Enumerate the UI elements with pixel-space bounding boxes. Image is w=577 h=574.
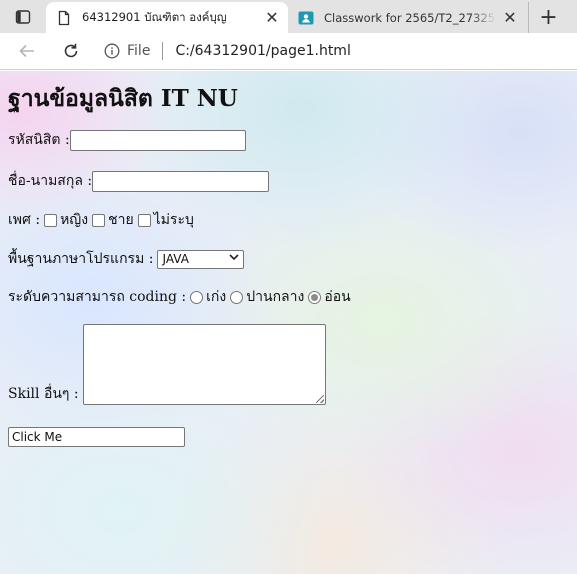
gender-unspecified-checkbox[interactable] (137, 213, 151, 227)
student-id-input[interactable] (69, 129, 246, 151)
coding-level-medium-radio[interactable] (230, 290, 244, 304)
gender-female-label: หญิง (60, 212, 89, 228)
close-tab-icon[interactable]: ✕ (264, 9, 280, 26)
address-divider (162, 42, 164, 60)
close-tab-icon[interactable]: ✕ (502, 9, 518, 26)
gender-row: เพศ : หญิง ชาย ไม่ระบุ (8, 209, 194, 231)
gender-female-checkbox[interactable] (44, 213, 58, 227)
coding-level-weak-radio[interactable] (308, 290, 322, 304)
browser-toolbar: File C:/64312901/page1.html (0, 33, 577, 70)
programming-select[interactable]: JAVA (157, 249, 245, 269)
programming-selected-value: JAVA (162, 252, 189, 266)
tab-classwork[interactable]: Classwork for 2565/T2_273253_In ✕ (288, 2, 526, 33)
url-text[interactable]: C:/64312901/page1.html (175, 43, 350, 59)
other-skill-row: Skill อื่นๆ : (8, 324, 326, 405)
coding-level-weak-label: อ่อน (324, 289, 351, 305)
student-id-label: รหัสนิสิต : (8, 132, 70, 148)
programming-label: พื้นฐานภาษาโปรแกรม : (8, 251, 154, 267)
tab-page1[interactable]: 64312901 บัณฑิตา องค์บุญ ✕ (46, 2, 288, 33)
student-id-row: รหัสนิสิต : (8, 129, 246, 151)
file-label: File (127, 43, 151, 59)
address-bar[interactable]: File C:/64312901/page1.html (104, 36, 577, 66)
tab-strip: 64312901 บัณฑิตา องค์บุญ ✕ Classwork for… (0, 0, 577, 33)
full-name-label: ชื่อ-นามสกุล : (8, 173, 93, 189)
coding-level-label: ระดับความสามารถ coding : (8, 289, 187, 305)
reload-icon (64, 43, 78, 58)
page-content: ฐานข้อมูลนิสิต IT NU รหัสนิสิต : ชื่อ-นา… (0, 71, 577, 574)
other-skill-textarea[interactable] (82, 324, 326, 405)
back-button[interactable] (12, 36, 42, 66)
gender-unspecified-label: ไม่ระบุ (153, 212, 194, 228)
back-arrow-icon (19, 44, 34, 58)
full-name-row: ชื่อ-นามสกุล : (8, 170, 270, 192)
button-row: Click Me (8, 427, 185, 447)
coding-level-row: ระดับความสามารถ coding : เก่ง ปานกลาง อ่… (8, 286, 351, 308)
chevron-down-icon (229, 254, 240, 264)
tab-actions-icon (15, 9, 31, 24)
info-icon[interactable] (104, 43, 120, 59)
tab-title: 64312901 บัณฑิตา องค์บุญ (82, 9, 227, 24)
reload-button[interactable] (56, 36, 86, 66)
full-name-input[interactable] (92, 170, 270, 192)
gender-male-label: ชาย (108, 212, 134, 228)
tab-actions-button[interactable] (0, 0, 46, 33)
page-icon (58, 10, 70, 25)
tab-title: Classwork for 2565/T2_273253_In (324, 10, 496, 25)
gender-male-checkbox[interactable] (92, 213, 106, 227)
browser-window: 64312901 บัณฑิตา องค์บุญ ✕ Classwork for… (0, 0, 577, 574)
programming-row: พื้นฐานภาษาโปรแกรม : JAVA (8, 248, 245, 270)
page-title: ฐานข้อมูลนิสิต IT NU (8, 85, 238, 112)
other-skill-label: Skill อื่นๆ : (8, 386, 79, 402)
resize-handle-icon[interactable] (315, 395, 324, 403)
coding-level-good-label: เก่ง (206, 289, 227, 305)
gender-label: เพศ : (8, 212, 41, 228)
coding-level-medium-label: ปานกลาง (246, 289, 305, 305)
new-tab-button[interactable]: + (528, 2, 568, 33)
classroom-icon (298, 11, 314, 24)
coding-level-good-radio[interactable] (190, 290, 204, 304)
click-me-button[interactable]: Click Me (8, 427, 185, 447)
